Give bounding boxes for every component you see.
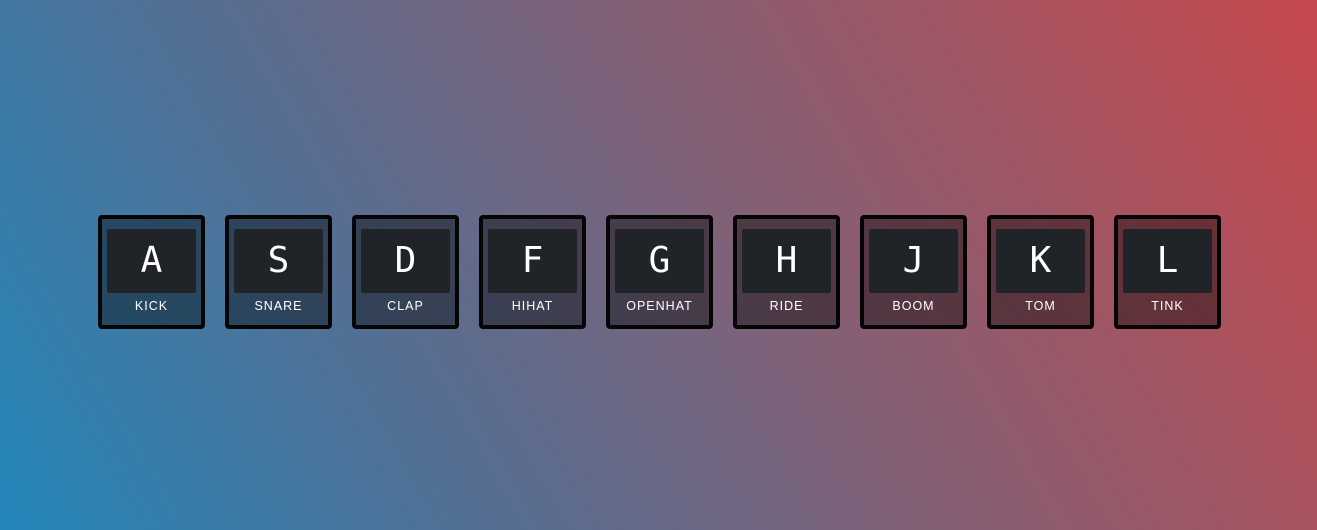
- sound-label: KICK: [134, 299, 169, 313]
- key-letter: A: [107, 229, 196, 293]
- sound-label: SNARE: [254, 299, 303, 313]
- sound-label: OPENHAT: [626, 299, 693, 313]
- drum-key-d[interactable]: D CLAP: [352, 215, 459, 329]
- key-letter: D: [361, 229, 450, 293]
- drum-key-s[interactable]: S SNARE: [225, 215, 332, 329]
- drum-key-h[interactable]: H RIDE: [733, 215, 840, 329]
- sound-label: BOOM: [892, 299, 935, 313]
- drum-key-k[interactable]: K TOM: [987, 215, 1094, 329]
- key-letter: J: [869, 229, 958, 293]
- drum-key-a[interactable]: A KICK: [98, 215, 205, 329]
- sound-label: HIHAT: [511, 299, 554, 313]
- key-letter: H: [742, 229, 831, 293]
- sound-label: CLAP: [387, 299, 424, 313]
- key-letter: F: [488, 229, 577, 293]
- drum-key-l[interactable]: L TINK: [1114, 215, 1221, 329]
- key-letter: K: [996, 229, 1085, 293]
- drum-key-j[interactable]: J BOOM: [860, 215, 967, 329]
- key-letter: S: [234, 229, 323, 293]
- sound-label: TINK: [1151, 299, 1184, 313]
- drum-key-g[interactable]: G OPENHAT: [606, 215, 713, 329]
- sound-label: RIDE: [769, 299, 804, 313]
- drum-keys: A KICK S SNARE D CLAP F HIHAT G OPENHAT …: [98, 215, 1221, 329]
- drum-key-f[interactable]: F HIHAT: [479, 215, 586, 329]
- key-letter: L: [1123, 229, 1212, 293]
- key-letter: G: [615, 229, 704, 293]
- sound-label: TOM: [1025, 299, 1056, 313]
